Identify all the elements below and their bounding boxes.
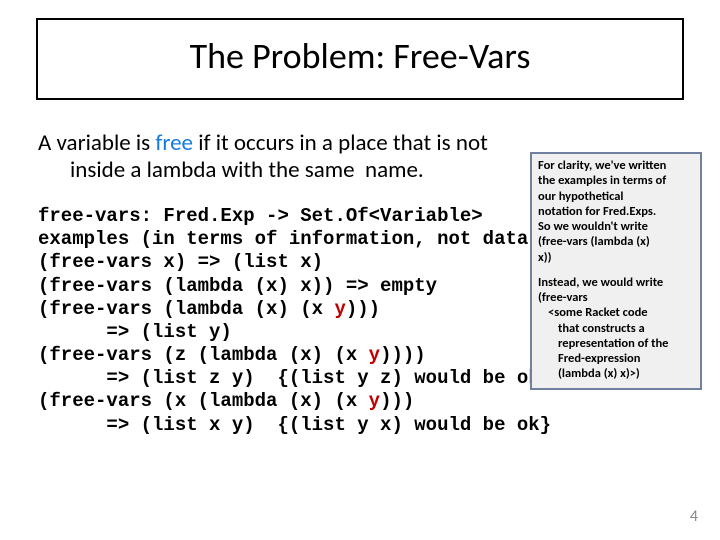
- code-l3: (free-vars x) => (list x): [38, 251, 323, 273]
- note-p1a: For clarity, we've written: [538, 158, 694, 173]
- code-l7y: y: [369, 344, 380, 366]
- code-l7b: )))): [380, 344, 426, 366]
- note-p2a: Instead, we would write: [538, 275, 694, 290]
- side-note: For clarity, we've written the examples …: [530, 152, 702, 390]
- intro-post: if it occurs in a place that is not: [193, 129, 488, 157]
- code-l8: => (list z y) {(list y z) would be ok}: [38, 367, 551, 389]
- code-l7a: (free-vars (z (lambda (x) (x: [38, 344, 369, 366]
- note-p2g: (lambda (x) x)>): [538, 366, 694, 381]
- note-p2b: (free-vars: [538, 290, 694, 305]
- note-gap: [538, 265, 694, 275]
- note-p1c: our hypothetical: [538, 189, 694, 204]
- note-p1d: notation for Fred.Exps.: [538, 204, 694, 219]
- page-number: 4: [690, 507, 698, 526]
- code-l9b: ))): [380, 390, 414, 412]
- note-p1b: the examples in terms of: [538, 173, 694, 188]
- code-l9y: y: [369, 390, 380, 412]
- note-p1g: x)): [538, 250, 694, 265]
- note-p1e: So we wouldn't write: [538, 219, 694, 234]
- free-word: free: [155, 129, 193, 157]
- note-p2c: <some Racket code: [538, 305, 694, 320]
- code-l4: (free-vars (lambda (x) x)) => empty: [38, 275, 437, 297]
- code-l5b: ))): [346, 298, 380, 320]
- code-l1: free-vars: Fred.Exp -> Set.Of<Variable>: [38, 205, 483, 227]
- code-block: free-vars: Fred.Exp -> Set.Of<Variable> …: [38, 205, 551, 437]
- code-l2: examples (in terms of information, not d…: [38, 228, 551, 250]
- intro-pre: A variable is: [38, 129, 155, 157]
- intro-line2a: inside a lambda with the same: [70, 156, 355, 184]
- note-p2d: that constructs a: [538, 321, 694, 336]
- intro-line2b: name.: [365, 156, 424, 184]
- code-l6: => (list y): [38, 321, 232, 343]
- code-l9a: (free-vars (x (lambda (x) (x: [38, 390, 369, 412]
- note-p1f: (free-vars (lambda (x): [538, 234, 694, 249]
- slide-title: The Problem: Free-Vars: [190, 34, 531, 78]
- code-l5y: y: [334, 298, 345, 320]
- note-p2f: Fred-expression: [538, 351, 694, 366]
- code-l10: => (list x y) {(list y x) would be ok}: [38, 414, 551, 436]
- title-box: The Problem: Free-Vars: [36, 18, 684, 100]
- slide: The Problem: Free-Vars A variable is fre…: [0, 0, 720, 540]
- note-p2e: representation of the: [538, 336, 694, 351]
- code-l5a: (free-vars (lambda (x) (x: [38, 298, 334, 320]
